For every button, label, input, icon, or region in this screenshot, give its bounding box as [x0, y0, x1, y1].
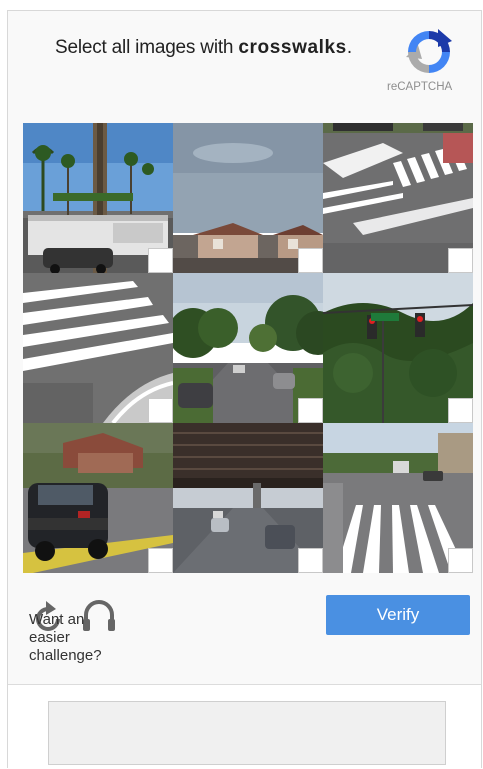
challenge-header: Select all images with crosswalks. reCAP… — [8, 11, 481, 111]
easier-challenge-link[interactable]: Want an easier challenge? — [29, 611, 129, 665]
tile-checkbox[interactable] — [298, 548, 323, 573]
tile-checkbox[interactable] — [148, 248, 173, 273]
tile-checkbox[interactable] — [148, 548, 173, 573]
image-grid — [23, 123, 473, 573]
response-field — [48, 701, 446, 765]
easier-line-3: challenge? — [29, 647, 102, 664]
image-tile-4[interactable] — [23, 273, 173, 423]
easier-line-2: easier — [29, 629, 70, 646]
prompt-suffix: . — [346, 37, 352, 58]
prompt-prefix: Select all images with — [55, 37, 239, 58]
image-tile-6[interactable] — [323, 273, 473, 423]
verify-button[interactable]: Verify — [326, 595, 470, 635]
response-area — [8, 685, 481, 769]
image-tile-3[interactable] — [323, 123, 473, 273]
recaptcha-label: reCAPTCHA — [387, 81, 453, 93]
tile-checkbox[interactable] — [148, 398, 173, 423]
image-tile-5[interactable] — [173, 273, 323, 423]
tile-checkbox[interactable] — [298, 398, 323, 423]
tile-checkbox[interactable] — [298, 248, 323, 273]
captcha-widget: Select all images with crosswalks. reCAP… — [7, 10, 482, 769]
image-tile-8[interactable] — [173, 423, 323, 573]
challenge-prompt: Select all images with crosswalks. — [55, 37, 352, 59]
prompt-target: crosswalks — [238, 37, 347, 58]
tile-checkbox[interactable] — [448, 398, 473, 423]
tile-checkbox[interactable] — [448, 548, 473, 573]
image-tile-2[interactable] — [173, 123, 323, 273]
image-tile-1[interactable] — [23, 123, 173, 273]
tile-checkbox[interactable] — [448, 248, 473, 273]
recaptcha-logo-icon — [406, 29, 452, 73]
image-tile-7[interactable] — [23, 423, 173, 573]
image-tile-9[interactable] — [323, 423, 473, 573]
easier-line-1: Want an — [29, 611, 85, 628]
